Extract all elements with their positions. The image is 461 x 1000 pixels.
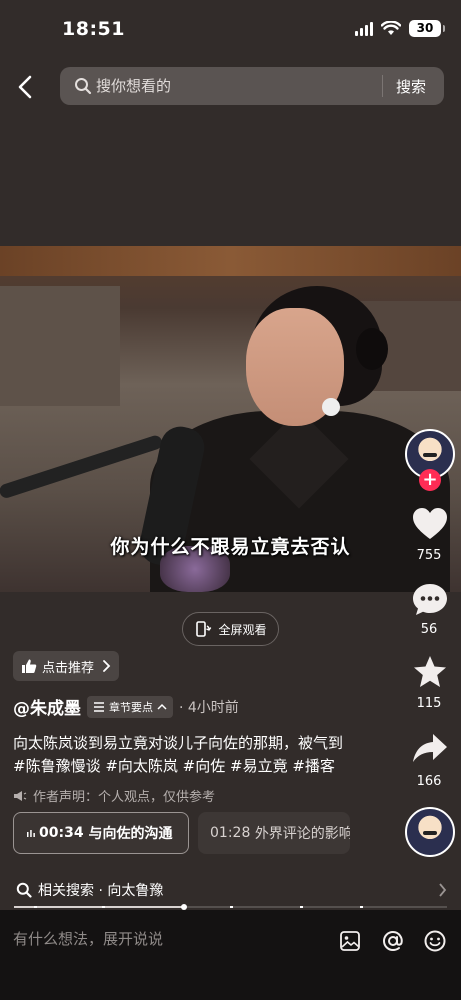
chapter-tag-label: 章节要点: [109, 700, 153, 714]
comment-bar: [0, 910, 461, 1000]
chapter-item-2[interactable]: 01:28 外界评论的影响: [198, 812, 350, 854]
rotate-screen-icon: [196, 621, 212, 637]
chapter-title: 与向佐的沟通: [88, 826, 173, 842]
video-frame-hair-bun: [356, 328, 388, 370]
disclaimer-text: 作者声明：个人观点，仅供参考: [33, 790, 216, 805]
status-indicators: 30: [355, 20, 445, 37]
video-frame-mic-arm: [0, 433, 164, 500]
fullscreen-button[interactable]: 全屏观看: [182, 612, 279, 646]
search-icon: [16, 882, 32, 898]
search-input[interactable]: [96, 77, 376, 95]
fullscreen-label: 全屏观看: [218, 622, 267, 637]
video-player[interactable]: 你为什么不跟易立竟去否认: [0, 246, 461, 592]
thumbs-up-icon: [22, 659, 37, 673]
video-frame-shelf: [0, 286, 120, 406]
search-bar[interactable]: 搜索: [60, 67, 444, 105]
star-icon[interactable]: [412, 655, 448, 689]
chapter-item-1[interactable]: 00:34 与向佐的沟通: [13, 812, 189, 854]
recommend-label: 点击推荐: [42, 660, 95, 676]
chapter-marker: [102, 906, 105, 908]
chapter-marker: [34, 906, 37, 908]
emoji-icon[interactable]: [423, 929, 447, 953]
chevron-up-icon: [157, 703, 167, 710]
battery-indicator: 30: [409, 20, 445, 37]
chapter-marker: [360, 906, 363, 908]
like-count: 755: [416, 548, 442, 563]
related-search[interactable]: 相关搜索 · 向太鲁豫: [16, 880, 163, 900]
search-icon: [75, 78, 92, 95]
author-line: @朱成墨 章节要点 · 4小时前: [13, 694, 239, 719]
description-text: 向太陈岚谈到易立竟对谈儿子向佐的那期，被气到: [13, 734, 344, 752]
status-time: 18:51: [62, 18, 125, 40]
cellular-signal-icon: [355, 21, 373, 36]
video-subtitle: 你为什么不跟易立竟去否认: [110, 536, 351, 558]
chapter-time: 01:28: [210, 825, 251, 841]
music-disc-avatar[interactable]: [405, 807, 455, 857]
post-time: · 4小时前: [179, 699, 239, 716]
chevron-right-icon: [103, 660, 111, 672]
chapter-list-icon: [94, 701, 104, 712]
chapter-title: 外界评论的影响: [254, 826, 350, 842]
share-icon[interactable]: [412, 732, 448, 764]
share-count: 166: [416, 774, 442, 789]
playing-bars-icon: [27, 830, 35, 837]
related-search-label: 相关搜索 · 向太鲁豫: [38, 883, 164, 899]
comment-count: 56: [420, 622, 438, 637]
comment-input[interactable]: [13, 930, 313, 948]
chapter-time: 00:34: [39, 825, 84, 841]
image-icon[interactable]: [339, 930, 361, 952]
at-icon[interactable]: [381, 929, 405, 953]
favorite-count: 115: [416, 696, 442, 711]
chapter-summary-tag[interactable]: 章节要点: [87, 695, 173, 718]
search-divider: [382, 75, 383, 97]
back-icon[interactable]: [14, 74, 38, 100]
chapter-marker: [300, 906, 303, 908]
hashtags[interactable]: #陈鲁豫慢谈 #向太陈岚 #向佐 #易立竟 #播客: [13, 755, 383, 778]
heart-icon[interactable]: [412, 507, 448, 541]
search-button[interactable]: 搜索: [396, 76, 426, 97]
speaker-icon: [14, 790, 27, 801]
follow-button[interactable]: +: [419, 469, 441, 491]
post-description: 向太陈岚谈到易立竟对谈儿子向佐的那期，被气到 #陈鲁豫慢谈 #向太陈岚 #向佐 …: [13, 732, 383, 778]
video-frame-background: [0, 246, 461, 276]
video-frame-earring: [322, 398, 340, 416]
recommend-button[interactable]: 点击推荐: [13, 651, 119, 681]
video-progress-fill: [14, 906, 184, 908]
chevron-right-icon[interactable]: [438, 883, 447, 897]
comment-icon[interactable]: [412, 583, 448, 617]
wifi-icon: [381, 21, 401, 35]
author-name[interactable]: @朱成墨: [13, 694, 81, 719]
author-disclaimer: 作者声明：个人观点，仅供参考: [13, 786, 215, 805]
chapter-marker: [230, 906, 233, 908]
